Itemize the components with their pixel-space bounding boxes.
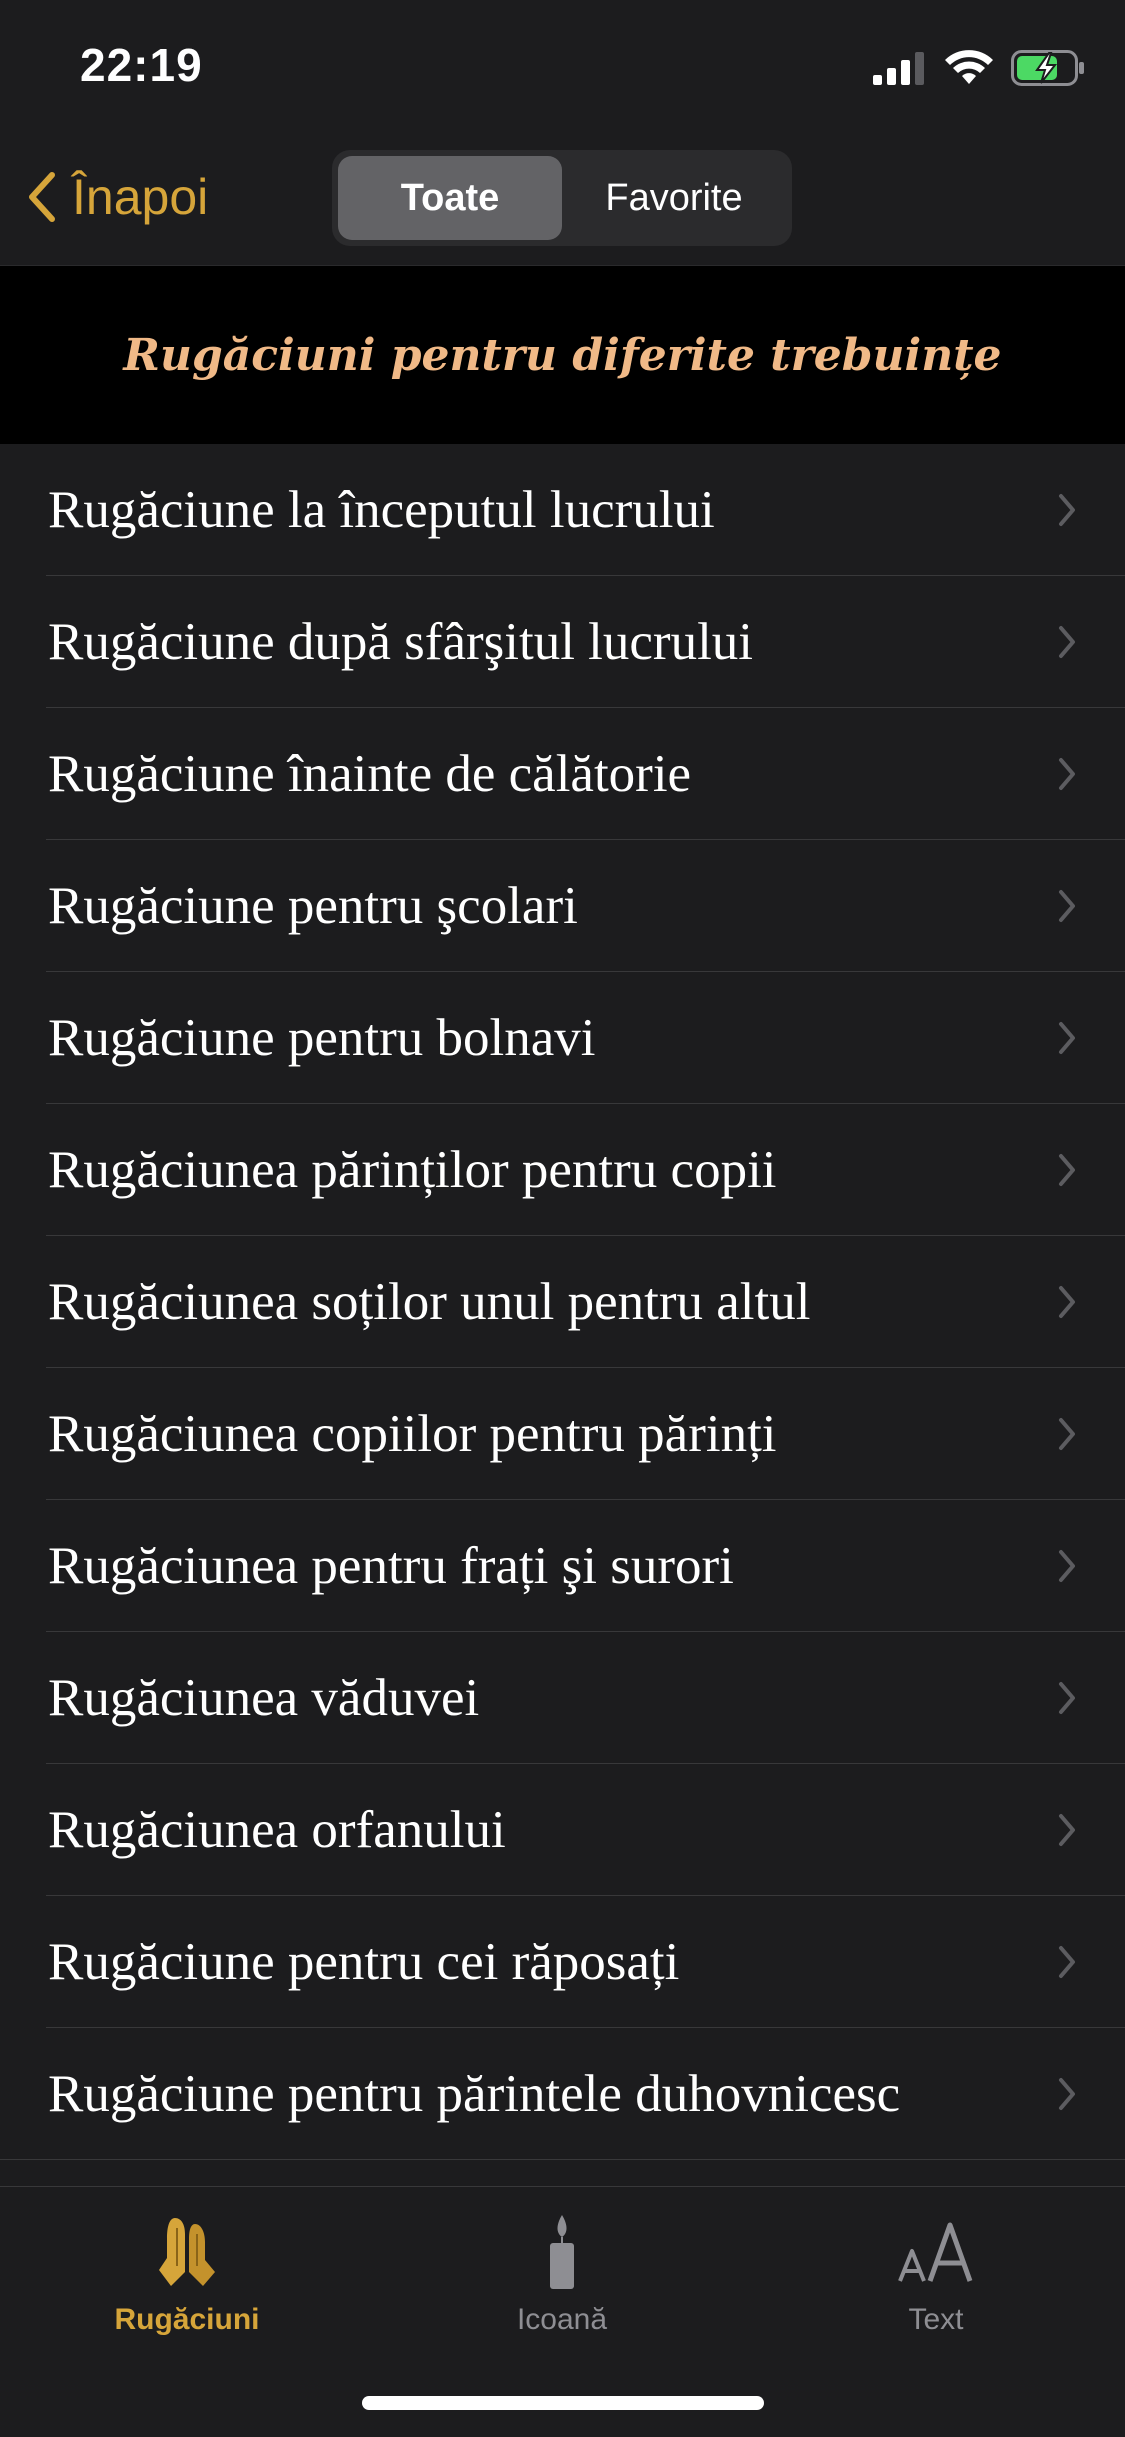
praying-hands-icon xyxy=(159,2218,215,2286)
list-item[interactable]: Rugăciune pentru părintele duhovnicesc xyxy=(0,2028,1125,2160)
list-item[interactable]: Rugăciune înainte de călătorie xyxy=(0,708,1125,840)
back-button[interactable]: Înapoi xyxy=(24,162,208,232)
segment-toate[interactable]: Toate xyxy=(338,156,562,240)
back-label: Înapoi xyxy=(72,169,209,225)
list-item-label: Rugăciunea părinților pentru copii xyxy=(48,1141,777,1199)
section-title: Rugăciuni pentru diferite trebuințe xyxy=(123,329,1002,381)
chevron-right-icon xyxy=(1059,2078,1075,2110)
chevron-right-icon xyxy=(1059,758,1075,790)
list-item-label: Rugăciunea orfanului xyxy=(48,1801,506,1859)
tab-icoana[interactable]: Icoană xyxy=(432,2207,692,2347)
list-item[interactable]: Rugăciunea pentru frați şi surori xyxy=(0,1500,1125,1632)
list-item-label: Rugăciune după sfârşitul lucrului xyxy=(48,613,754,671)
list-item[interactable]: Rugăciune pentru cei răposați xyxy=(0,1896,1125,2028)
list-item[interactable]: Rugăciunea copiilor pentru părinți xyxy=(0,1368,1125,1500)
section-header: Rugăciuni pentru diferite trebuințe xyxy=(0,266,1125,445)
list-item-label: Rugăciune pentru cei răposați xyxy=(48,1933,680,1991)
list-item-label: Rugăciunea văduvei xyxy=(48,1669,480,1727)
chevron-right-icon xyxy=(1059,1814,1075,1846)
list-item[interactable]: Rugăciune la începutul lucrului xyxy=(0,444,1125,576)
list-item[interactable]: Rugăciune pentru bolnavi xyxy=(0,972,1125,1104)
tab-label: Text xyxy=(908,2303,964,2336)
list-item-label: Rugăciune pentru şcolari xyxy=(48,877,578,935)
segmented-control: Toate Favorite xyxy=(332,150,792,246)
list-item[interactable]: Rugăciunea soților unul pentru altul xyxy=(0,1236,1125,1368)
chevron-right-icon xyxy=(1059,1550,1075,1582)
chevron-right-icon xyxy=(1059,1022,1075,1054)
list-item-label: Rugăciune pentru bolnavi xyxy=(48,1009,596,1067)
chevron-right-icon xyxy=(1059,1418,1075,1450)
list-item[interactable]: Rugăciune pentru şcolari xyxy=(0,840,1125,972)
navigation-bar: Înapoi Toate Favorite xyxy=(0,140,1125,266)
list-item[interactable]: Rugăciune după sfârşitul lucrului xyxy=(0,576,1125,708)
text-size-icon xyxy=(898,2222,973,2282)
chevron-right-icon xyxy=(1059,1286,1075,1318)
list-item-label: Rugăciunea pentru frați şi surori xyxy=(48,1537,734,1595)
chevron-right-icon xyxy=(1059,1154,1075,1186)
status-time: 22:19 xyxy=(80,39,203,91)
home-indicator[interactable] xyxy=(362,2396,764,2410)
list-item-label: Rugăciunea copiilor pentru părinți xyxy=(48,1405,777,1463)
candle-icon xyxy=(550,2215,574,2289)
segment-favorite[interactable]: Favorite xyxy=(562,156,786,240)
list-item[interactable]: Rugăciunea părinților pentru copii xyxy=(0,1104,1125,1236)
list-item[interactable]: Rugăciunea văduvei xyxy=(0,1632,1125,1764)
list-item[interactable]: Rugăciunea orfanului xyxy=(0,1764,1125,1896)
chevron-right-icon xyxy=(1059,1946,1075,1978)
wifi-icon xyxy=(945,50,993,84)
tab-rugaciuni[interactable]: Rugăciuni xyxy=(57,2207,317,2347)
battery-charging-icon xyxy=(1011,50,1084,86)
tab-label: Rugăciuni xyxy=(114,2303,260,2336)
cellular-signal-icon xyxy=(873,52,924,85)
status-icons xyxy=(873,48,1085,88)
chevron-right-icon xyxy=(1059,1682,1075,1714)
tab-label: Icoană xyxy=(516,2303,608,2336)
list-item-label: Rugăciunea soților unul pentru altul xyxy=(48,1273,811,1331)
prayer-list: Rugăciune la începutul lucrului Rugăciun… xyxy=(0,444,1125,2160)
status-bar: 22:19 xyxy=(0,0,1125,140)
chevron-left-icon xyxy=(29,172,55,222)
list-item-label: Rugăciune înainte de călătorie xyxy=(48,745,692,803)
chevron-right-icon xyxy=(1059,626,1075,658)
list-item-label: Rugăciune pentru părintele duhovnicesc xyxy=(48,2065,901,2123)
tab-text[interactable]: Text xyxy=(806,2207,1066,2347)
chevron-right-icon xyxy=(1059,494,1075,526)
list-item-label: Rugăciune la începutul lucrului xyxy=(48,481,715,539)
chevron-right-icon xyxy=(1059,890,1075,922)
